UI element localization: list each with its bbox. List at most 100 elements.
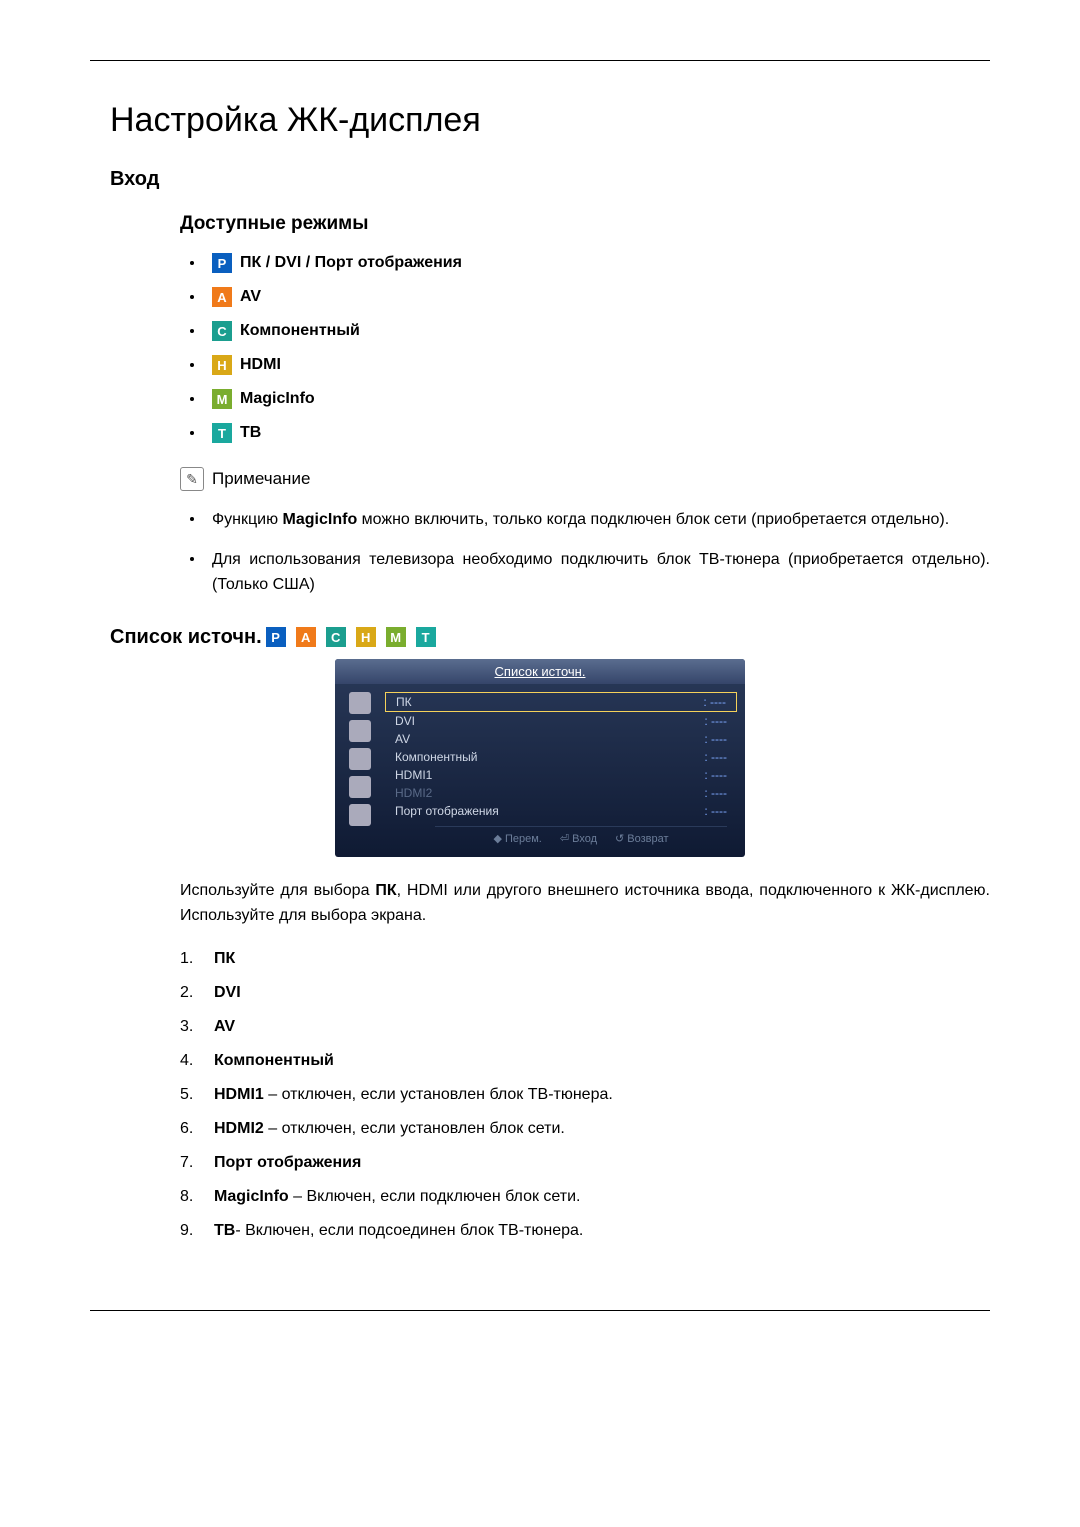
osd-row: DVI : ---- [385, 712, 737, 730]
list-item: 3.AV [180, 1018, 990, 1036]
item-number: 4. [180, 1052, 214, 1070]
list-item: 1.ПК [180, 950, 990, 968]
mode-label: AV [240, 288, 261, 306]
mode-label: MagicInfo [240, 390, 315, 408]
osd-row: AV : ---- [385, 730, 737, 748]
bottom-rule [90, 1310, 990, 1311]
mode-label: ПК / DVI / Порт отображения [240, 254, 462, 272]
subsection-heading: Доступные режимы [180, 213, 990, 235]
badge-p-icon: P [212, 253, 232, 273]
bullet-icon [190, 517, 194, 521]
list-item: 5.HDMI1 – отключен, если установлен блок… [180, 1086, 990, 1104]
osd-row-value: : ---- [703, 695, 726, 709]
osd-body: ПК : ---- DVI : ---- AV : ---- Компонент… [335, 684, 745, 851]
list-item: 8.MagicInfo – Включен, если подключен бл… [180, 1188, 990, 1206]
osd-row: Порт отображения : ---- [385, 802, 737, 820]
osd-row-value: : ---- [704, 768, 727, 782]
osd-side-icon [349, 748, 371, 770]
list-item: A AV [190, 287, 990, 307]
osd-row-label: AV [395, 732, 410, 746]
page-title: Настройка ЖК-дисплея [110, 101, 990, 140]
badge-p-icon: P [266, 627, 286, 647]
item-text: ТВ- Включен, если подсоединен блок ТВ-тю… [214, 1222, 583, 1240]
osd-panel: Список источн. ПК : ---- DVI : ---- [335, 659, 745, 857]
osd-row-label: DVI [395, 714, 415, 728]
item-number: 2. [180, 984, 214, 1002]
note-text: Функцию MagicInfo можно включить, только… [212, 507, 949, 533]
note-text: Для использования телевизора необходимо … [212, 547, 990, 598]
osd-row-label: HDMI2 [395, 786, 432, 800]
osd-footer-move: ◆ Перем. [493, 832, 541, 845]
osd-row: Компонентный : ---- [385, 748, 737, 766]
osd-row-value: : ---- [704, 732, 727, 746]
badge-m-icon: M [212, 389, 232, 409]
bullet-icon [190, 363, 194, 367]
osd-screenshot: Список источн. ПК : ---- DVI : ---- [90, 659, 990, 857]
osd-source-list: ПК : ---- DVI : ---- AV : ---- Компонент… [385, 684, 745, 851]
list-item: M MagicInfo [190, 389, 990, 409]
item-text: DVI [214, 984, 241, 1002]
bullet-icon [190, 397, 194, 401]
item-number: 6. [180, 1120, 214, 1138]
badge-c-icon: C [326, 627, 346, 647]
item-text: HDMI1 – отключен, если установлен блок Т… [214, 1086, 613, 1104]
item-text: HDMI2 – отключен, если установлен блок с… [214, 1120, 565, 1138]
item-number: 9. [180, 1222, 214, 1240]
note-heading: Примечание [212, 469, 310, 489]
osd-row-label: Порт отображения [395, 804, 499, 818]
osd-side-icon [349, 804, 371, 826]
badge-t-icon: T [212, 423, 232, 443]
item-number: 3. [180, 1018, 214, 1036]
osd-row: HDMI1 : ---- [385, 766, 737, 784]
mode-label: ТВ [240, 424, 261, 442]
osd-footer-return: ↺ Возврат [615, 832, 669, 845]
badge-a-icon: A [296, 627, 316, 647]
badge-a-icon: A [212, 287, 232, 307]
bullet-icon [190, 261, 194, 265]
list-item: Для использования телевизора необходимо … [190, 547, 990, 598]
list-item: H HDMI [190, 355, 990, 375]
osd-title: Список источн. [335, 659, 745, 684]
osd-row-value: : ---- [704, 750, 727, 764]
source-list-heading: Список источн. [110, 626, 262, 649]
osd-footer: ◆ Перем. ⏎ Вход ↺ Возврат [435, 826, 727, 847]
note-icon: ✎ [180, 467, 204, 491]
list-item: 6.HDMI2 – отключен, если установлен блок… [180, 1120, 990, 1138]
source-list-heading-row: Список источн. P A C H M T [110, 626, 990, 649]
osd-row-label: Компонентный [395, 750, 477, 764]
top-rule [90, 60, 990, 61]
item-number: 5. [180, 1086, 214, 1104]
list-item: 4.Компонентный [180, 1052, 990, 1070]
mode-label: Компонентный [240, 322, 360, 340]
bullet-icon [190, 431, 194, 435]
item-number: 7. [180, 1154, 214, 1172]
list-item: Функцию MagicInfo можно включить, только… [190, 507, 990, 533]
item-text: Порт отображения [214, 1154, 361, 1172]
item-text: ПК [214, 950, 235, 968]
mode-label: HDMI [240, 356, 281, 374]
osd-row-label: ПК [396, 695, 412, 709]
osd-row-label: HDMI1 [395, 768, 432, 782]
list-item: 2.DVI [180, 984, 990, 1002]
badge-h-icon: H [356, 627, 376, 647]
osd-side-icon [349, 720, 371, 742]
osd-side-icon [349, 692, 371, 714]
badge-h-icon: H [212, 355, 232, 375]
numbered-list: 1.ПК 2.DVI 3.AV 4.Компонентный 5.HDMI1 –… [180, 950, 990, 1240]
list-item: 9.ТВ- Включен, если подсоединен блок ТВ-… [180, 1222, 990, 1240]
bullet-icon [190, 557, 194, 561]
list-item: C Компонентный [190, 321, 990, 341]
badge-c-icon: C [212, 321, 232, 341]
available-modes-list: P ПК / DVI / Порт отображения A AV C Ком… [190, 253, 990, 443]
note-heading-row: ✎ Примечание [180, 467, 990, 491]
bullet-icon [190, 295, 194, 299]
list-item: P ПК / DVI / Порт отображения [190, 253, 990, 273]
osd-footer-enter: ⏎ Вход [560, 832, 597, 845]
osd-row-disabled: HDMI2 : ---- [385, 784, 737, 802]
item-number: 8. [180, 1188, 214, 1206]
item-text: AV [214, 1018, 235, 1036]
note-list: Функцию MagicInfo можно включить, только… [190, 507, 990, 598]
osd-row-value: : ---- [704, 804, 727, 818]
item-text: Компонентный [214, 1052, 334, 1070]
osd-side-icon [349, 776, 371, 798]
